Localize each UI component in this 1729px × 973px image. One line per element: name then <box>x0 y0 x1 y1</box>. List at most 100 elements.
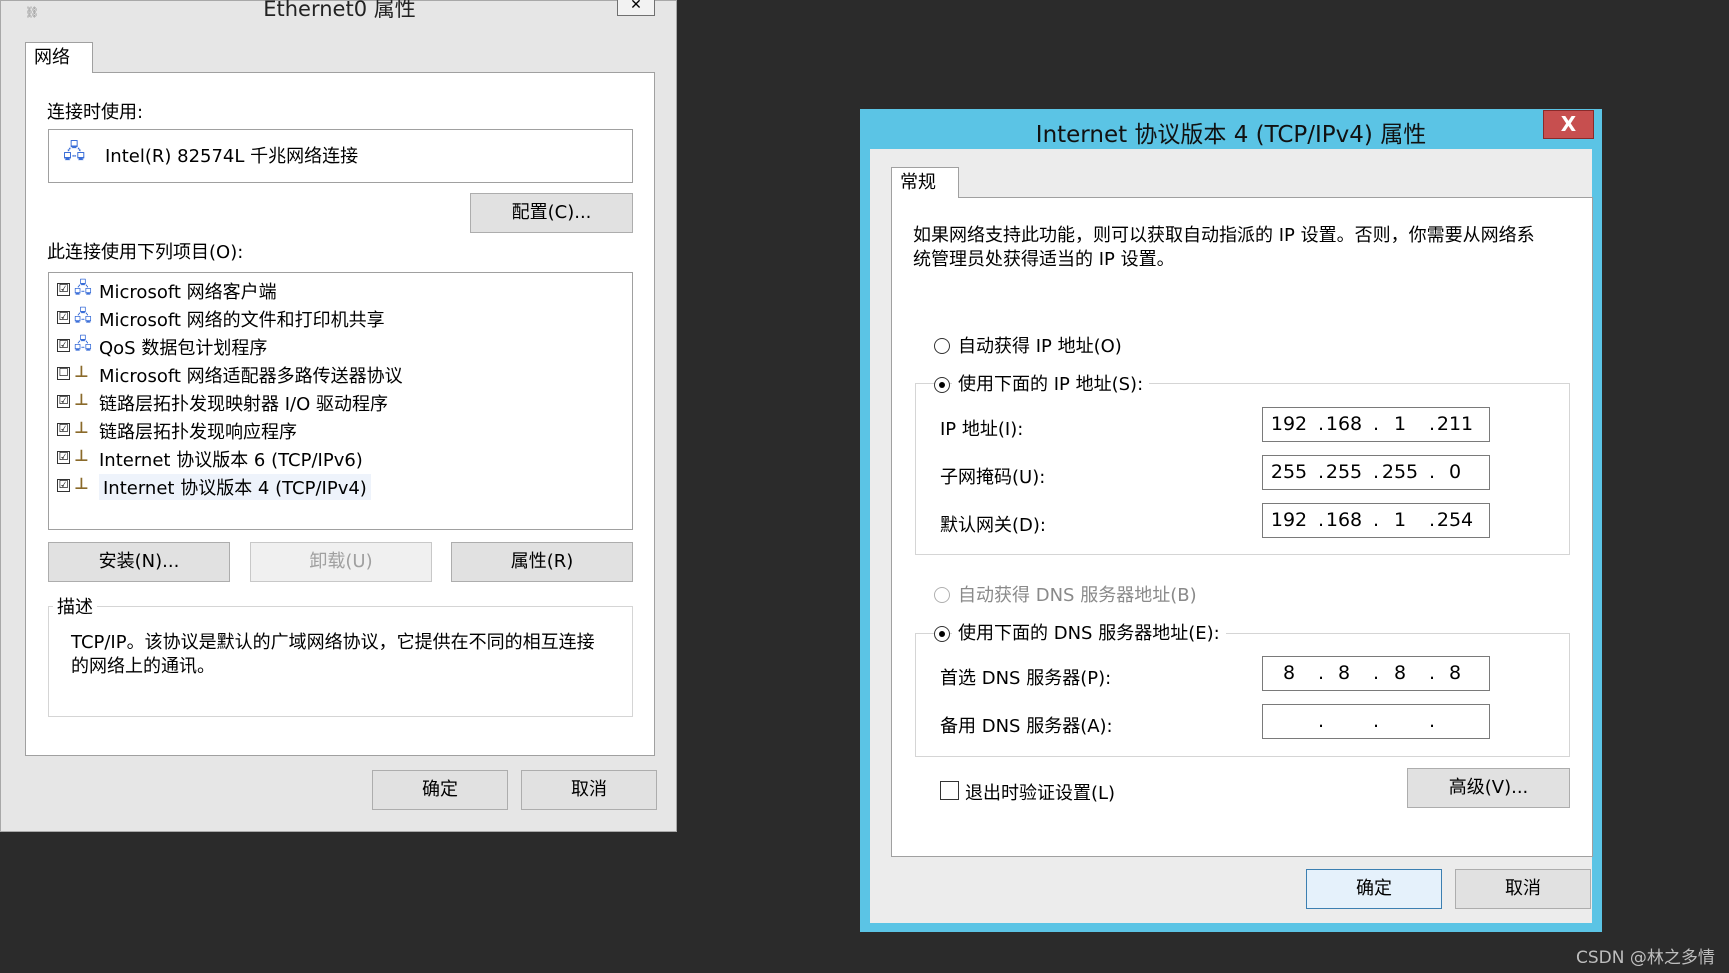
file-sharing-icon: 🖧 <box>74 306 92 325</box>
item-label: 链路层拓扑发现映射器 I/O 驱动程序 <box>99 394 388 415</box>
watermark: CSDN @林之多情 <box>1576 948 1715 968</box>
item-label: QoS 数据包计划程序 <box>99 338 268 359</box>
list-item[interactable]: ☑ ⊥ 链路层拓扑发现响应程序 <box>57 417 617 443</box>
close-button[interactable]: ✕ <box>617 0 655 16</box>
auto-dns-radio[interactable] <box>934 587 950 603</box>
intro-line: 统管理员处获得适当的 IP 设置。 <box>913 249 1175 270</box>
intro-line: 如果网络支持此功能，则可以获取自动指派的 IP 设置。否则，你需要从网络系 <box>913 225 1535 246</box>
item-label: Microsoft 网络的文件和打印机共享 <box>99 310 385 331</box>
octet: 255 <box>1325 461 1363 483</box>
components-list[interactable]: ☑ 🖧 Microsoft 网络客户端 ☑ 🖧 Microsoft 网络的文件和… <box>48 272 633 530</box>
list-item-selected[interactable]: ☑ ⊥ Internet 协议版本 4 (TCP/IPv4) <box>57 473 617 500</box>
cancel-button[interactable]: 取消 <box>1455 869 1591 909</box>
protocol-icon: ⊥ <box>74 362 89 381</box>
items-label: 此连接使用下列项目(O): <box>47 242 244 263</box>
ip-group: IP 地址(I): 192. 168. 1. 211 子网掩码(U): 255.… <box>915 383 1570 555</box>
checkbox[interactable]: ☑ <box>57 311 70 324</box>
item-label: Microsoft 网络客户端 <box>99 282 277 303</box>
properties-button[interactable]: 属性(R) <box>451 542 633 582</box>
octet: 8 <box>1448 662 1462 684</box>
advanced-button[interactable]: 高级(V)... <box>1407 768 1570 808</box>
list-item[interactable]: ☑ 🖧 Microsoft 网络客户端 <box>57 277 617 303</box>
ip-address-field[interactable]: 192. 168. 1. 211 <box>1262 407 1490 442</box>
close-icon: ✕ <box>630 0 642 13</box>
protocol-icon: ⊥ <box>74 418 89 437</box>
preferred-dns-field[interactable]: 8. 8. 8. 8 <box>1262 656 1490 691</box>
qos-icon: 🖧 <box>74 334 92 353</box>
manual-ip-label: 使用下面的 IP 地址(S): <box>952 370 1150 396</box>
octet: 254 <box>1436 509 1474 531</box>
octet: 255 <box>1270 461 1308 483</box>
checkbox[interactable]: ☑ <box>57 283 70 296</box>
protocol-icon: ⊥ <box>74 474 89 493</box>
octet-separator: . <box>1428 710 1436 732</box>
tab-panel: 连接时使用: 🖧 Intel(R) 82574L 千兆网络连接 配置(C)...… <box>25 72 655 756</box>
octet: 211 <box>1436 413 1474 435</box>
validate-label: 退出时验证设置(L) <box>965 783 1116 804</box>
description-line: TCP/IP。该协议是默认的广域网络协议，它提供在不同的相互连接 <box>71 632 595 653</box>
install-button[interactable]: 安装(N)... <box>48 542 230 582</box>
item-label: Internet 协议版本 6 (TCP/IPv6) <box>99 450 363 471</box>
auto-ip-radio[interactable] <box>934 338 950 354</box>
list-item[interactable]: ☑ 🖧 Microsoft 网络的文件和打印机共享 <box>57 305 617 331</box>
cancel-button[interactable]: 取消 <box>521 770 657 810</box>
dns-group: 首选 DNS 服务器(P): 8. 8. 8. 8 备用 DNS 服务器(A):… <box>915 633 1570 757</box>
tab-network[interactable]: 网络 <box>25 42 93 73</box>
connect-using-label: 连接时使用: <box>47 102 144 123</box>
gateway-label: 默认网关(D): <box>940 515 1046 536</box>
validate-checkbox[interactable] <box>940 781 959 800</box>
octet-separator: . <box>1372 710 1380 732</box>
octet: 8 <box>1282 662 1296 684</box>
description-legend: 描述 <box>53 593 97 619</box>
checkbox[interactable]: ☑ <box>57 451 70 464</box>
checkbox[interactable]: ☐ <box>57 367 70 380</box>
octet: 192 <box>1270 413 1308 435</box>
configure-button[interactable]: 配置(C)... <box>470 193 633 233</box>
checkbox[interactable]: ☑ <box>57 395 70 408</box>
manual-dns-radio[interactable] <box>934 626 950 642</box>
uninstall-button[interactable]: 卸载(U) <box>250 542 432 582</box>
description-group: 描述 TCP/IP。该协议是默认的广域网络协议，它提供在不同的相互连接 的网络上… <box>48 593 633 717</box>
octet: 8 <box>1337 662 1351 684</box>
protocol-icon: ⊥ <box>74 446 89 465</box>
ok-button[interactable]: 确定 <box>1306 869 1442 909</box>
ok-button[interactable]: 确定 <box>372 770 508 810</box>
mask-label: 子网掩码(U): <box>940 467 1046 488</box>
tab-general[interactable]: 常规 <box>891 167 959 198</box>
protocol-icon: ⊥ <box>74 390 89 409</box>
dialog-title: Ethernet0 属性 <box>263 0 416 21</box>
auto-dns-label: 自动获得 DNS 服务器地址(B) <box>958 585 1197 606</box>
ip-label: IP 地址(I): <box>940 419 1024 440</box>
alternate-dns-label: 备用 DNS 服务器(A): <box>940 716 1113 737</box>
checkbox[interactable]: ☑ <box>57 423 70 436</box>
manual-ip-radio[interactable] <box>934 377 950 393</box>
octet-separator: . <box>1317 710 1325 732</box>
list-item[interactable]: ☐ ⊥ Microsoft 网络适配器多路传送器协议 <box>57 361 617 387</box>
list-item[interactable]: ☑ 🖧 QoS 数据包计划程序 <box>57 333 617 359</box>
alternate-dns-field[interactable]: . . . <box>1262 704 1490 739</box>
list-item[interactable]: ☑ ⊥ 链路层拓扑发现映射器 I/O 驱动程序 <box>57 389 617 415</box>
title-bar: ⛓ Ethernet0 属性 ✕ <box>1 0 678 21</box>
auto-ip-label: 自动获得 IP 地址(O) <box>958 336 1122 357</box>
manual-dns-label: 使用下面的 DNS 服务器地址(E): <box>952 619 1226 645</box>
octet: 192 <box>1270 509 1308 531</box>
subnet-mask-field[interactable]: 255. 255. 255. 0 <box>1262 455 1490 490</box>
network-client-icon: 🖧 <box>74 278 92 297</box>
ethernet-properties-dialog: ⛓ Ethernet0 属性 ✕ 网络 连接时使用: 🖧 Intel(R) 82… <box>0 0 677 832</box>
dialog-client: 常规 如果网络支持此功能，则可以获取自动指派的 IP 设置。否则，你需要从网络系… <box>870 149 1593 923</box>
adapter-box: 🖧 Intel(R) 82574L 千兆网络连接 <box>48 129 633 183</box>
item-label: Microsoft 网络适配器多路传送器协议 <box>99 366 403 387</box>
preferred-dns-label: 首选 DNS 服务器(P): <box>940 668 1112 689</box>
dialog-title: Internet 协议版本 4 (TCP/IPv4) 属性 <box>1035 122 1427 148</box>
close-icon: X <box>1560 112 1577 136</box>
octet: 255 <box>1381 461 1419 483</box>
ipv4-properties-dialog: Internet 协议版本 4 (TCP/IPv4) 属性 X 常规 如果网络支… <box>860 109 1602 932</box>
octet: 168 <box>1325 413 1363 435</box>
list-item[interactable]: ☑ ⊥ Internet 协议版本 6 (TCP/IPv6) <box>57 445 617 471</box>
octet: 168 <box>1325 509 1363 531</box>
close-button[interactable]: X <box>1543 110 1594 139</box>
checkbox[interactable]: ☑ <box>57 479 70 492</box>
checkbox[interactable]: ☑ <box>57 339 70 352</box>
gateway-field[interactable]: 192. 168. 1. 254 <box>1262 503 1490 538</box>
tab-panel: 如果网络支持此功能，则可以获取自动指派的 IP 设置。否则，你需要从网络系 统管… <box>891 197 1593 857</box>
